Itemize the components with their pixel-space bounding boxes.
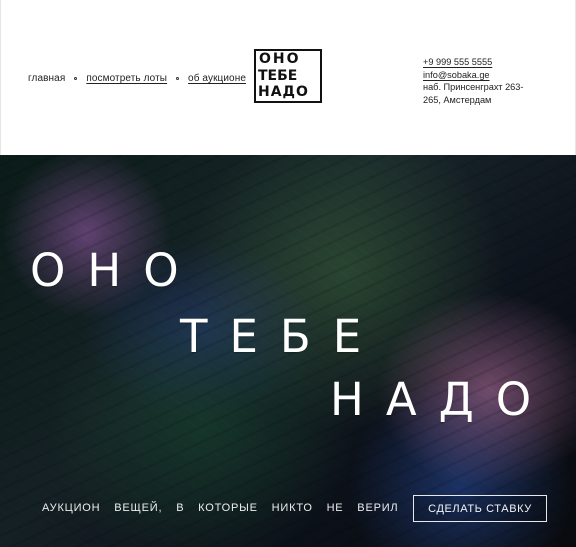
logo-text: ОНО ТЕБЕ НАДО — [256, 51, 320, 101]
hero-title: ОНО ТЕБЕ НАДО — [0, 155, 576, 547]
logo-line-2: ТЕБЕ — [258, 67, 298, 84]
main-nav: главная посмотреть лоты об аукционе — [28, 73, 246, 84]
nav-home-link[interactable]: главная — [28, 73, 65, 84]
hero-section: ОНО ТЕБЕ НАДО АУКЦИОН ВЕЩЕЙ, В КОТОРЫЕ Н… — [0, 155, 576, 547]
logo-line-3: НАДО — [258, 84, 309, 100]
contact-address-line-2: 265, Амстердам — [423, 94, 492, 105]
nav-separator-dot — [176, 77, 180, 80]
site-header: главная посмотреть лоты об аукционе ОНО … — [0, 0, 576, 155]
nav-lots-link[interactable]: посмотреть лоты — [86, 73, 167, 84]
logo-line-1: ОНО — [259, 51, 301, 67]
hero-title-line-2: ТЕБЕ — [180, 310, 384, 363]
contact-block: +9 999 555 5555 info@sobaka.ge наб. Прин… — [423, 56, 563, 106]
contact-address-line-1: наб. Принсенграхт 263- — [423, 82, 524, 92]
contact-email-link[interactable]: info@sobaka.ge — [423, 69, 563, 82]
hero-tagline: АУКЦИОН ВЕЩЕЙ, В КОТОРЫЕ НИКТО НЕ ВЕРИЛ — [42, 502, 399, 514]
contact-phone-link[interactable]: +9 999 555 5555 — [423, 56, 563, 69]
nav-separator-dot — [74, 77, 78, 80]
site-logo[interactable]: ОНО ТЕБЕ НАДО — [254, 49, 322, 103]
place-bid-button[interactable]: СДЕЛАТЬ СТАВКУ — [413, 495, 547, 522]
hero-title-line-3: НАДО — [330, 373, 554, 426]
hero-title-line-1: ОНО — [30, 244, 201, 297]
nav-about-link[interactable]: об аукционе — [188, 73, 246, 84]
